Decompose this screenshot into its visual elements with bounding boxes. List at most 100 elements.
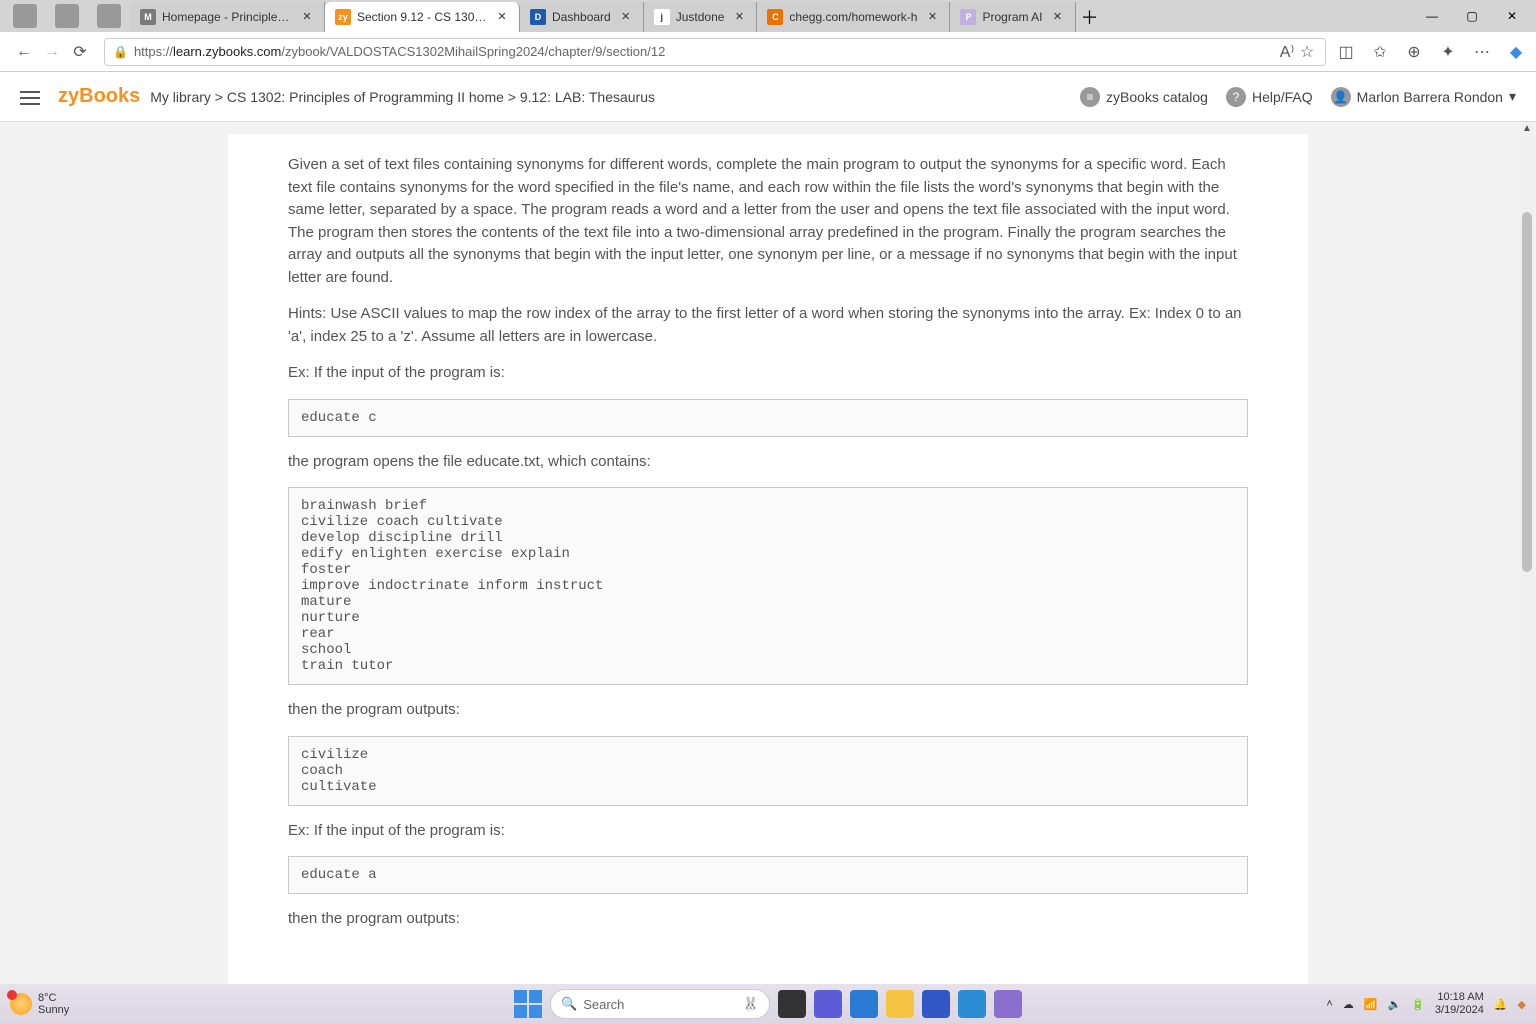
- input-example-2: educate a: [288, 856, 1248, 894]
- example-intro-2: Ex: If the input of the program is:: [288, 820, 1248, 843]
- address-field[interactable]: 🔒 https://learn.zybooks.com/zybook/VALDO…: [104, 38, 1326, 66]
- close-icon[interactable]: ✕: [495, 10, 509, 24]
- tab-zybooks-section[interactable]: zy Section 9.12 - CS 1302: P ✕: [325, 2, 520, 32]
- output-intro-1: then the program outputs:: [288, 699, 1248, 722]
- close-icon[interactable]: ✕: [300, 10, 314, 24]
- tab-justdone[interactable]: j Justdone ✕: [644, 2, 758, 32]
- edge-icon[interactable]: [850, 990, 878, 1018]
- help-link[interactable]: ? Help/FAQ: [1226, 87, 1313, 107]
- back-button[interactable]: ←: [10, 38, 38, 66]
- clock[interactable]: 10:18 AM 3/19/2024: [1435, 991, 1484, 1017]
- tab-title: Section 9.12 - CS 1302: P: [357, 10, 487, 24]
- tab-chegg[interactable]: C chegg.com/homework-h ✕: [757, 2, 950, 32]
- content-area: Given a set of text files containing syn…: [0, 122, 1536, 1024]
- favicon-icon: D: [530, 9, 546, 25]
- address-bar: ← → ⟳ 🔒 https://learn.zybooks.com/zybook…: [0, 32, 1536, 72]
- toolbar-icons: ◫ ✩ ⊕ ✦ ⋯ ◆: [1336, 42, 1526, 62]
- more-icon[interactable]: ⋯: [1472, 42, 1492, 62]
- weather-icon: [10, 993, 32, 1015]
- tab-title: Dashboard: [552, 10, 611, 24]
- hints-paragraph: Hints: Use ASCII values to map the row i…: [288, 303, 1248, 348]
- tab-actions-icon[interactable]: [97, 4, 121, 28]
- search-icon: 🔍: [561, 996, 577, 1012]
- close-icon[interactable]: ✕: [732, 10, 746, 24]
- taskview-icon[interactable]: [778, 990, 806, 1018]
- file-contents-intro: the program opens the file educate.txt, …: [288, 451, 1248, 474]
- tab-programai[interactable]: P Program AI ✕: [950, 2, 1075, 32]
- extensions-icon[interactable]: ✦: [1438, 42, 1458, 62]
- catalog-link[interactable]: ≡ zyBooks catalog: [1080, 87, 1208, 107]
- search-decoration-icon: 🐰: [743, 996, 759, 1012]
- favicon-icon: j: [654, 9, 670, 25]
- search-placeholder: Search: [583, 997, 624, 1012]
- start-button[interactable]: [514, 990, 542, 1018]
- scroll-up-icon[interactable]: ▲: [1520, 122, 1534, 136]
- output-example-1: civilize coach cultivate: [288, 736, 1248, 806]
- menu-button[interactable]: [20, 87, 40, 107]
- favicon-icon: P: [960, 9, 976, 25]
- close-icon[interactable]: ✕: [1051, 10, 1065, 24]
- tab-homepage[interactable]: M Homepage - Principles o ✕: [130, 2, 325, 32]
- explorer-icon[interactable]: [886, 990, 914, 1018]
- windows-taskbar: 8°C Sunny 🔍 Search 🐰 ˄ ☁ 📶 🔈 🔋 10:18 AM …: [0, 984, 1536, 1024]
- close-icon[interactable]: ✕: [619, 10, 633, 24]
- notifications-icon[interactable]: 🔔: [1494, 998, 1508, 1011]
- favicon-icon: M: [140, 9, 156, 25]
- scrollbar-thumb[interactable]: [1522, 212, 1532, 572]
- battery-icon[interactable]: 🔋: [1411, 998, 1425, 1011]
- favicon-icon: C: [767, 9, 783, 25]
- favorites-icon[interactable]: ✩: [1370, 42, 1390, 62]
- read-aloud-icon[interactable]: A⁾: [1277, 42, 1297, 62]
- tab-title: chegg.com/homework-h: [789, 10, 917, 24]
- tab-title: Justdone: [676, 10, 725, 24]
- help-icon: ?: [1226, 87, 1246, 107]
- close-window-button[interactable]: ✕: [1492, 0, 1532, 32]
- onedrive-icon[interactable]: ☁: [1343, 998, 1354, 1011]
- vertical-scrollbar[interactable]: ▲ ▼: [1520, 122, 1534, 1024]
- user-icon: 👤: [1331, 87, 1351, 107]
- example-intro: Ex: If the input of the program is:: [288, 362, 1248, 385]
- maximize-button[interactable]: ▢: [1452, 0, 1492, 32]
- taskbar-search[interactable]: 🔍 Search 🐰: [550, 989, 770, 1019]
- copilot-icon[interactable]: ◆: [1506, 42, 1526, 62]
- breadcrumb[interactable]: My library > CS 1302: Principles of Prog…: [150, 89, 655, 105]
- forward-button: →: [38, 38, 66, 66]
- workspaces-icon[interactable]: [55, 4, 79, 28]
- weather-widget[interactable]: 8°C Sunny: [10, 992, 69, 1016]
- new-tab-button[interactable]: ＋: [1076, 4, 1104, 32]
- taskbar-center: 🔍 Search 🐰: [514, 989, 1022, 1019]
- wifi-icon[interactable]: 📶: [1364, 998, 1378, 1011]
- output-intro-2: then the program outputs:: [288, 908, 1248, 931]
- file-contents-example: brainwash brief civilize coach cultivate…: [288, 487, 1248, 685]
- catalog-icon: ≡: [1080, 87, 1100, 107]
- refresh-button[interactable]: ⟳: [66, 38, 94, 66]
- volume-icon[interactable]: 🔈: [1387, 998, 1401, 1011]
- profile-icon[interactable]: [13, 4, 37, 28]
- chevron-down-icon: ▾: [1509, 88, 1516, 105]
- chevron-up-icon[interactable]: ˄: [1326, 998, 1332, 1010]
- tab-title: Program AI: [982, 10, 1042, 24]
- url-text: https://learn.zybooks.com/zybook/VALDOST…: [134, 44, 1277, 59]
- weather-condition: Sunny: [38, 1004, 69, 1016]
- browser-tab-strip: M Homepage - Principles o ✕ zy Section 9…: [0, 0, 1536, 32]
- header-right: ≡ zyBooks catalog ? Help/FAQ 👤 Marlon Ba…: [1080, 87, 1516, 107]
- system-tray: ˄ ☁ 📶 🔈 🔋 10:18 AM 3/19/2024 🔔 ◆: [1326, 991, 1526, 1017]
- favicon-icon: zy: [335, 9, 351, 25]
- temperature: 8°C: [38, 992, 69, 1004]
- zybooks-logo[interactable]: zyBooks: [58, 85, 140, 108]
- split-screen-icon[interactable]: ◫: [1336, 42, 1356, 62]
- user-menu[interactable]: 👤 Marlon Barrera Rondon ▾: [1331, 87, 1516, 107]
- app-icon[interactable]: [814, 990, 842, 1018]
- collections-icon[interactable]: ⊕: [1404, 42, 1424, 62]
- instructions-paragraph: Given a set of text files containing syn…: [288, 154, 1248, 289]
- copilot-tray-icon[interactable]: ◆: [1518, 998, 1526, 1011]
- close-icon[interactable]: ✕: [925, 10, 939, 24]
- minimize-button[interactable]: —: [1412, 0, 1452, 32]
- office-icon[interactable]: [994, 990, 1022, 1018]
- favorite-icon[interactable]: ☆: [1297, 42, 1317, 62]
- zybooks-header: zyBooks My library > CS 1302: Principles…: [0, 72, 1536, 122]
- tab-title: Homepage - Principles o: [162, 10, 292, 24]
- store-icon[interactable]: [922, 990, 950, 1018]
- mail-icon[interactable]: [958, 990, 986, 1018]
- tab-dashboard[interactable]: D Dashboard ✕: [520, 2, 644, 32]
